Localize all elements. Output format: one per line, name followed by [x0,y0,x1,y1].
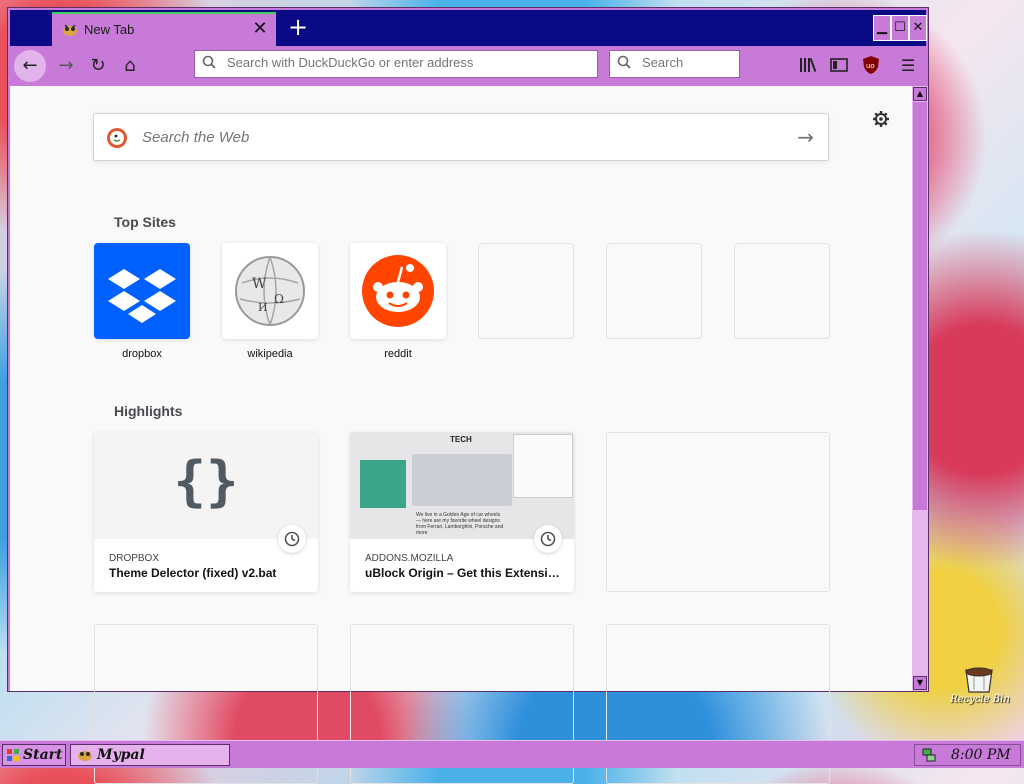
forward-button[interactable]: → [50,50,82,82]
back-button[interactable]: ← [14,50,46,82]
mypal-favicon-icon [63,24,77,36]
thumb-image-left [360,460,406,508]
highlight-source: DROPBOX [109,553,160,564]
scroll-down-arrow-icon[interactable]: ▼ [913,676,927,690]
top-site-wikipedia[interactable]: W Ω И [222,243,318,339]
clock-icon [278,525,306,553]
top-site-reddit[interactable] [350,243,446,339]
thumb-image-car [412,454,512,506]
minimize-button[interactable]: ▁ [873,15,891,41]
recycle-bin-icon [965,667,993,693]
svg-text:W: W [252,276,267,292]
start-button[interactable]: Start [2,744,66,766]
code-braces-icon: {} [173,450,239,513]
recycle-bin-desktop-icon[interactable]: Recycle Bin [944,664,1014,714]
home-button[interactable]: ⌂ [114,50,146,82]
tab-close-icon[interactable]: ✕ [250,18,270,39]
top-site-empty-slot [606,243,702,339]
menu-button[interactable]: ☰ [892,50,924,82]
library-icon[interactable] [797,54,819,76]
maximize-button[interactable]: ☐ [891,15,909,41]
thumb-heading: TECH [450,435,472,444]
network-icon[interactable] [921,747,937,763]
scrollbar-thumb[interactable] [913,102,927,510]
top-site-label: wikipedia [247,348,293,360]
dropbox-icon [108,269,176,323]
taskbar-item-mypal[interactable]: Mypal [70,744,230,766]
new-tab-button[interactable]: + [285,12,311,42]
web-search-input[interactable] [140,128,744,147]
gear-icon[interactable] [872,110,890,128]
top-site-empty-slot [478,243,574,339]
taskbar: Start Mypal 8:00 PM [0,740,1024,768]
navigation-toolbar: ← → ↻ ⌂ Search with DuckDuckGo or enter … [10,46,926,86]
svg-text:И: И [258,301,268,314]
thumb-caption: We live in a Golden Age of car wheels — … [416,512,504,536]
browser-window: New Tab ✕ + ▁ ☐ ✕ ← → ↻ ⌂ Search with Du… [7,7,929,784]
thumb-panel [513,434,573,498]
top-site-label: reddit [384,348,412,360]
vertical-scrollbar[interactable]: ▲ ▼ [912,86,928,691]
reload-button[interactable]: ↻ [82,50,114,82]
close-window-button[interactable]: ✕ [909,15,927,41]
taskbar-item-label: Mypal [97,747,145,763]
clock-time[interactable]: 8:00 PM [951,747,1011,763]
web-search-box[interactable]: → [93,113,829,161]
top-sites-heading: Top Sites [114,214,176,230]
duckduckgo-icon [107,128,127,148]
address-bar[interactable] [194,50,598,78]
top-site-dropbox[interactable] [94,243,190,339]
tab-new-tab[interactable]: New Tab ✕ [52,12,276,46]
mypal-icon [78,751,92,761]
wikipedia-icon: W Ω И [235,256,305,326]
search-input[interactable] [640,54,739,71]
search-icon [202,55,216,69]
svg-text:Ω: Ω [274,292,284,306]
system-tray: 8:00 PM [914,744,1021,766]
title-bar[interactable]: New Tab ✕ + ▁ ☐ ✕ [10,10,927,46]
highlight-card-ublock[interactable]: TECH We live in a Golden Age of car whee… [350,432,574,592]
address-input[interactable] [225,54,569,71]
new-tab-page: → Top Sites [10,86,912,784]
tab-title: New Tab [84,22,135,37]
highlight-empty-slot [606,432,830,592]
tab-strip-spacer [12,14,50,44]
highlight-title: Theme Delector (fixed) v2.bat [109,566,277,580]
highlight-source: ADDONS.MOZILLA [365,553,454,564]
highlight-card-dropbox[interactable]: {} DROPBOX Theme Delector (fixed) v2.bat [94,432,318,592]
search-icon [617,55,631,69]
search-go-arrow-icon[interactable]: → [797,125,814,149]
top-site-empty-slot [734,243,830,339]
reddit-icon [362,255,434,327]
highlight-thumbnail: TECH We live in a Golden Age of car whee… [350,432,574,539]
windows-logo-icon [7,749,19,761]
highlight-thumbnail: {} [94,432,318,539]
scroll-up-arrow-icon[interactable]: ▲ [913,87,927,101]
search-bar[interactable] [609,50,740,78]
top-site-label: dropbox [122,348,162,360]
highlights-heading: Highlights [114,403,183,419]
start-label: Start [23,747,63,763]
ublock-icon[interactable]: uo [860,54,882,76]
clock-icon [534,525,562,553]
recycle-bin-label: Recycle Bin [950,694,1010,705]
highlight-title: uBlock Origin – Get this Extensio... [365,566,561,580]
sidebar-icon[interactable] [828,54,850,76]
svg-text:uo: uo [866,62,875,70]
